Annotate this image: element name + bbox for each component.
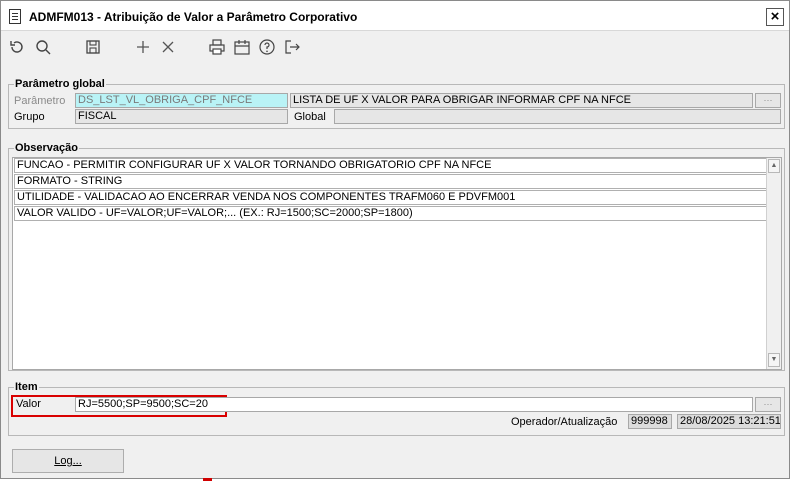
observacao-line: UTILIDADE - VALIDACAO AO ENCERRAR VENDA … [14, 190, 767, 205]
scroll-up-icon[interactable]: ▲ [768, 159, 780, 173]
refresh-icon[interactable] [7, 37, 27, 57]
observacao-line: VALOR VALIDO - UF=VALOR;UF=VALOR;... (EX… [14, 206, 767, 221]
observacao-textarea[interactable]: FUNCAO - PERMITIR CONFIGURAR UF X VALOR … [12, 157, 782, 370]
search-icon[interactable] [33, 37, 53, 57]
parametro-lookup-button[interactable]: ··· [755, 93, 781, 108]
item-group: Item Valor RJ=5500;SP=9500;SC=20 ··· Ope… [8, 380, 785, 436]
document-icon [9, 9, 21, 24]
atualizacao-field: 28/08/2025 13:21:51 [677, 414, 781, 429]
global-field [334, 109, 781, 124]
delete-icon[interactable] [158, 37, 178, 57]
save-icon[interactable] [83, 37, 103, 57]
parametro-global-title: Parâmetro global [14, 77, 106, 91]
grupo-label: Grupo [14, 111, 45, 123]
scroll-down-icon[interactable]: ▼ [768, 353, 780, 367]
grupo-field: FISCAL [75, 109, 288, 124]
observacao-title: Observação [14, 141, 79, 155]
observacao-scrollbar[interactable]: ▲ ▼ [766, 158, 781, 369]
valor-input[interactable]: RJ=5500;SP=9500;SC=20 [75, 397, 753, 412]
log-button[interactable]: Log... [12, 449, 124, 473]
log-button-label: Log... [54, 455, 82, 467]
item-title: Item [14, 380, 39, 394]
observacao-line: FORMATO - STRING [14, 174, 767, 189]
observacao-line: FUNCAO - PERMITIR CONFIGURAR UF X VALOR … [14, 158, 767, 173]
help-icon[interactable] [257, 37, 277, 57]
global-label: Global [294, 111, 326, 123]
valor-label: Valor [16, 398, 41, 410]
operador-field: 999998 [628, 414, 672, 429]
add-icon[interactable] [133, 37, 153, 57]
parametro-descricao-field: LISTA DE UF X VALOR PARA OBRIGAR INFORMA… [290, 93, 753, 108]
valor-lookup-button[interactable]: ··· [755, 397, 781, 412]
parametro-label: Parâmetro [14, 95, 66, 107]
admfm013-window: ADMFM013 - Atribuição de Valor a Parâmet… [0, 0, 790, 479]
parametro-global-group: Parâmetro global Parâmetro DS_LST_VL_OBR… [8, 77, 785, 129]
parametro-field[interactable]: DS_LST_VL_OBRIGA_CPF_NFCE [75, 93, 288, 108]
exit-icon[interactable] [282, 37, 302, 57]
title-bar: ADMFM013 - Atribuição de Valor a Parâmet… [1, 1, 789, 31]
print-icon[interactable] [207, 37, 227, 57]
close-button[interactable]: × [766, 8, 784, 26]
toolbar [1, 32, 789, 62]
observacao-group: Observação FUNCAO - PERMITIR CONFIGURAR … [8, 141, 785, 371]
window-title: ADMFM013 - Atribuição de Valor a Parâmet… [29, 10, 358, 24]
calendar-icon[interactable] [232, 37, 252, 57]
operador-atualizacao-label: Operador/Atualização [511, 416, 618, 428]
